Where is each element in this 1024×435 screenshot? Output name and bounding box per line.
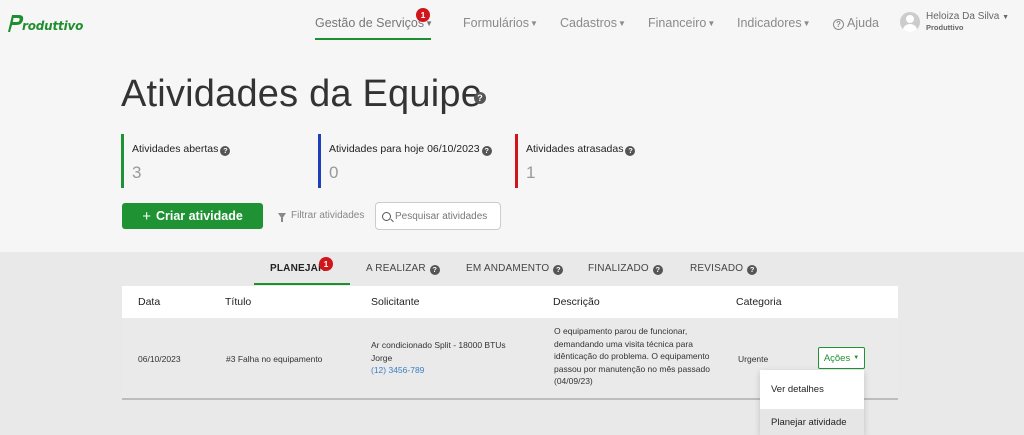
- nav-label: Formulários: [463, 16, 529, 30]
- button-label: Criar atividade: [155, 209, 243, 223]
- stat-value: 0: [329, 163, 339, 182]
- nav-indicadores[interactable]: Indicadores▼: [737, 16, 811, 30]
- nav-label: Ajuda: [847, 16, 879, 30]
- caret-down-icon: ▼: [802, 19, 811, 28]
- caret-down-icon: ▼: [1002, 14, 1010, 21]
- column-header-categoria[interactable]: Categoria: [736, 296, 782, 308]
- column-header-solicitante[interactable]: Solicitante: [371, 296, 419, 308]
- filter-activities-button[interactable]: Filtrar atividades: [278, 210, 365, 222]
- menu-item-planejar-atividade[interactable]: Planejar atividade: [760, 409, 864, 435]
- help-icon[interactable]: ?: [625, 146, 636, 156]
- brand-logo[interactable]: roduttivo: [4, 12, 83, 34]
- search-input[interactable]: Pesquisar atividades: [375, 202, 501, 230]
- menu-item-ver-detalhes[interactable]: Ver detalhes: [760, 376, 864, 404]
- caret-down-icon: ▼: [853, 355, 860, 361]
- tab-notification-badge: 1: [319, 257, 333, 271]
- cell-data: 06/10/2023: [138, 354, 181, 364]
- stat-value: 3: [132, 163, 142, 182]
- filter-funnel-icon: [278, 212, 286, 222]
- search-icon: [382, 211, 391, 221]
- solicitante-equipamento: Ar condicionado Split - 18000 BTUs: [371, 340, 506, 350]
- actions-dropdown-button[interactable]: Ações ▼: [818, 347, 865, 369]
- stat-label: Atividades para hoje 06/10/2023?: [329, 143, 492, 156]
- nav-cadastros[interactable]: Cadastros▼: [560, 16, 626, 30]
- nav-notification-badge: 1: [416, 8, 430, 22]
- help-icon[interactable]: ?: [652, 265, 663, 275]
- filter-label: Filtrar atividades: [291, 210, 365, 221]
- stat-atividades-atrasadas: Atividades atrasadas? 1: [515, 134, 636, 188]
- help-icon[interactable]: ?: [481, 146, 492, 156]
- user-name: Heloiza Da Silva ▼: [926, 11, 1010, 22]
- tab-revisado[interactable]: REVISADO?: [690, 263, 758, 275]
- page-title: Atividades da Equipe: [121, 73, 483, 115]
- nav-formularios[interactable]: Formulários▼: [463, 16, 538, 30]
- help-icon[interactable]: ?: [553, 265, 564, 275]
- cell-titulo[interactable]: #3 Falha no equipamento: [226, 353, 322, 366]
- plus-icon: +: [142, 207, 151, 225]
- help-icon[interactable]: ?: [747, 265, 758, 275]
- help-icon[interactable]: ?: [429, 265, 440, 275]
- cell-categoria: Urgente: [738, 354, 769, 364]
- solicitante-nome: Jorge: [371, 352, 393, 363]
- caret-down-icon: ▼: [707, 19, 716, 28]
- tab-finalizado[interactable]: FINALIZADO?: [588, 263, 663, 275]
- nav-label: Financeiro: [648, 16, 707, 30]
- help-icon[interactable]: ?: [220, 146, 231, 156]
- stat-label: Atividades atrasadas?: [526, 143, 636, 156]
- column-header-titulo[interactable]: Título: [225, 296, 251, 308]
- stat-atividades-hoje: Atividades para hoje 06/10/2023? 0: [318, 134, 492, 188]
- nav-label: Cadastros: [560, 16, 617, 30]
- nav-label: Indicadores: [737, 16, 802, 30]
- create-activity-button[interactable]: + Criar atividade: [122, 203, 263, 229]
- tab-em-andamento[interactable]: EM ANDAMENTO?: [466, 263, 564, 275]
- avatar: [900, 12, 920, 32]
- cell-solicitante: Ar condicionado Split - 18000 BTUs Jorge…: [371, 339, 506, 377]
- tab-planejar[interactable]: PLANEJAR: [270, 263, 326, 274]
- top-navbar: roduttivo Gestão de Serviços▼ 1 Formulár…: [0, 0, 1024, 44]
- logo-mark-icon: [8, 15, 24, 32]
- nav-ajuda[interactable]: ? Ajuda: [833, 16, 879, 30]
- caret-down-icon: ▼: [530, 19, 538, 28]
- nav-active-indicator: [315, 38, 431, 40]
- stat-value: 1: [526, 163, 536, 182]
- actions-dropdown-menu: Ver detalhes Planejar atividade: [760, 370, 864, 435]
- tab-a-realizar[interactable]: A REALIZAR?: [366, 263, 440, 275]
- user-menu[interactable]: Heloiza Da Silva ▼ Produttivo: [900, 11, 1009, 32]
- tab-active-indicator: [254, 283, 350, 285]
- solicitante-telefone-link[interactable]: (12) 3456-789: [371, 364, 506, 377]
- button-label: Ações: [823, 352, 851, 364]
- help-icon[interactable]: ?: [474, 92, 486, 104]
- nav-gestao-servicos[interactable]: Gestão de Serviços▼: [315, 16, 433, 30]
- stat-label: Atividades abertas?: [132, 143, 231, 156]
- stat-atividades-abertas: Atividades abertas? 3: [121, 134, 231, 188]
- cell-descricao: O equipamento parou de funcionar, demand…: [554, 326, 710, 386]
- user-company: Produttivo: [926, 23, 964, 32]
- brand-name: roduttivo: [22, 19, 84, 33]
- nav-financeiro[interactable]: Financeiro▼: [648, 16, 715, 30]
- nav-label: Gestão de Serviços: [315, 16, 425, 30]
- search-placeholder: Pesquisar atividades: [395, 210, 488, 222]
- caret-down-icon: ▼: [617, 19, 626, 28]
- column-header-descricao[interactable]: Descrição: [553, 296, 600, 308]
- help-circle-icon: ?: [833, 19, 844, 30]
- column-header-data[interactable]: Data: [138, 296, 160, 308]
